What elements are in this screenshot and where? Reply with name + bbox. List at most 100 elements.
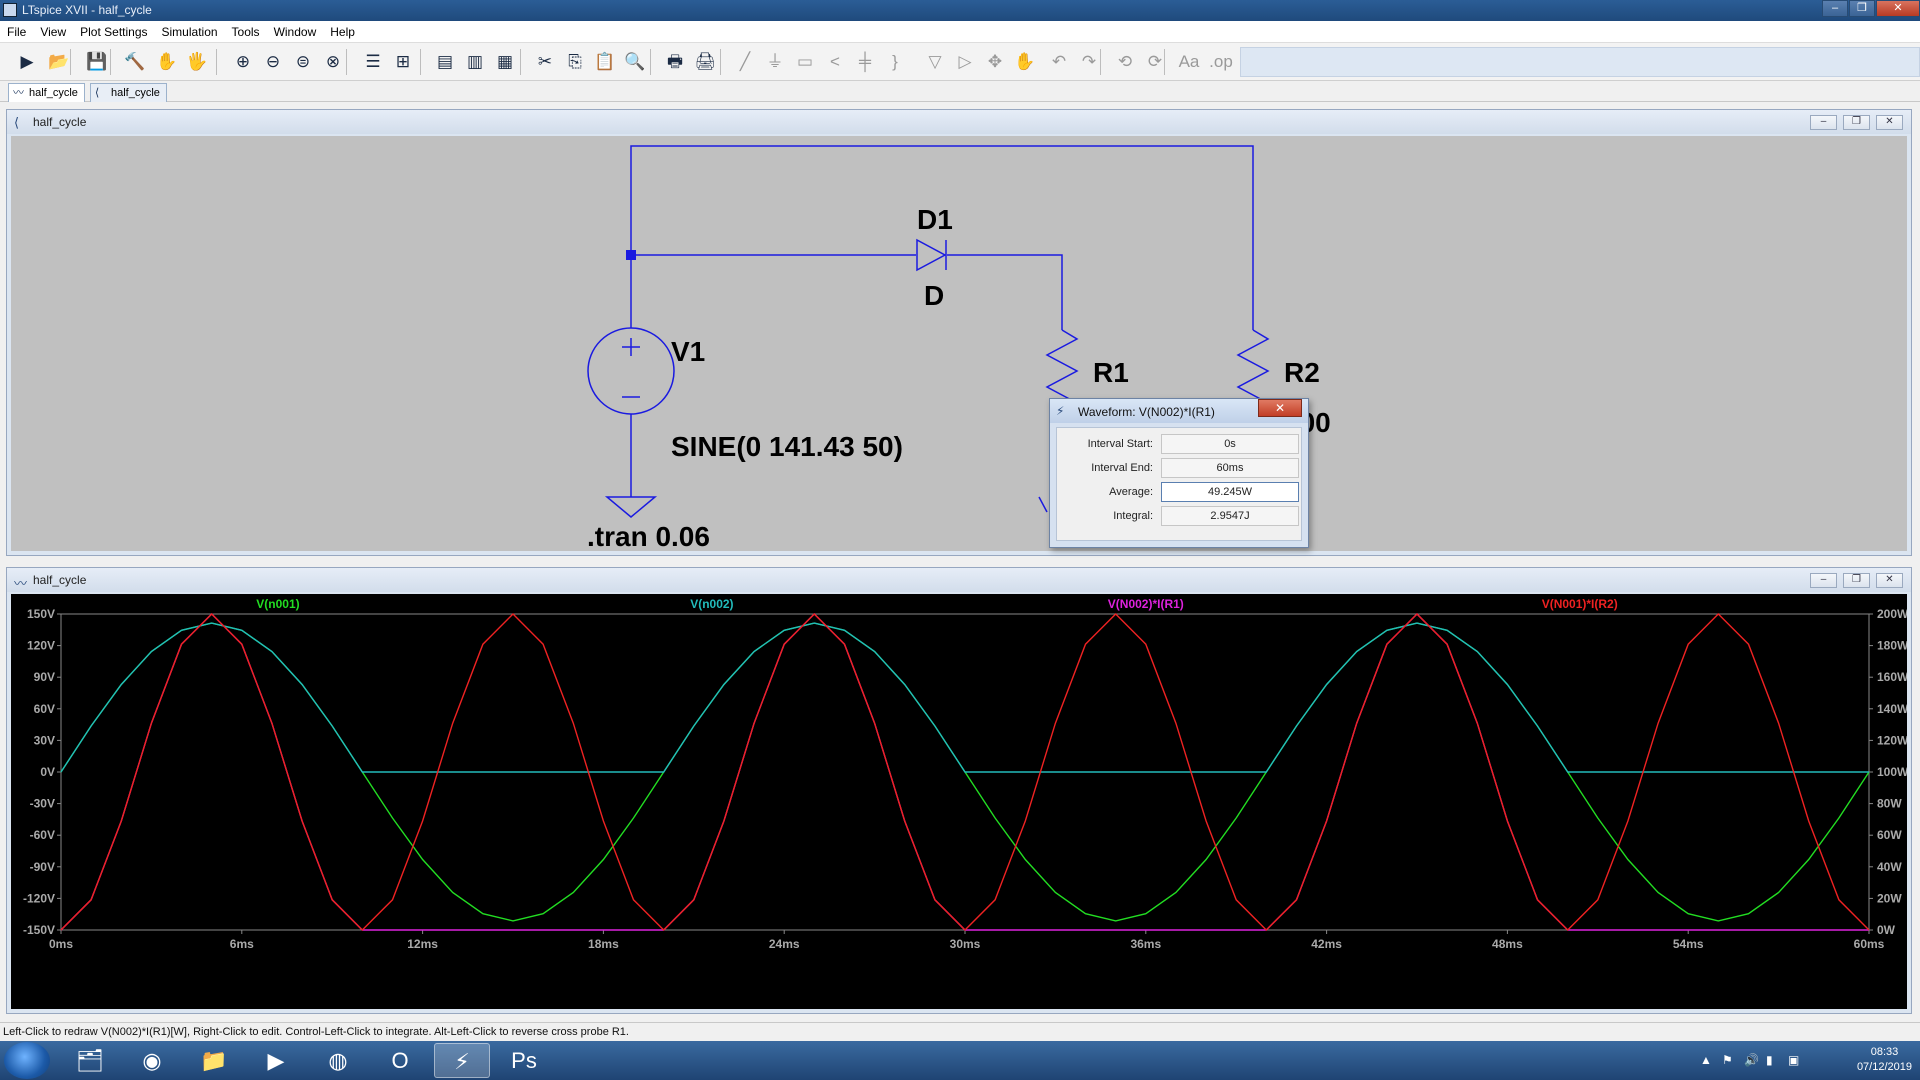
menu-window[interactable]: Window — [267, 21, 324, 43]
ltspice-icon: ⚡ — [1056, 404, 1065, 418]
network-icon[interactable]: ▣ — [1788, 1053, 1799, 1067]
wire-d1-to-r1[interactable] — [947, 254, 1063, 330]
close-button[interactable]: ✕ — [1876, 573, 1903, 588]
integral-value[interactable]: 2.9547J — [1161, 506, 1299, 526]
zoom-in-icon[interactable]: ⊕ — [230, 49, 256, 75]
close-button[interactable]: ✕ — [1876, 115, 1903, 130]
series-line-2[interactable] — [60, 622, 1869, 773]
undo-icon[interactable]: ↶ — [1046, 49, 1072, 75]
menu-file[interactable]: File — [0, 21, 33, 43]
tile-horizontal-icon[interactable]: ▤ — [432, 49, 458, 75]
volume-icon[interactable]: 🔊 — [1744, 1053, 1759, 1067]
drag-icon[interactable]: ✋ — [1012, 49, 1038, 75]
restore-button[interactable]: ❐ — [1843, 573, 1870, 588]
waveform-plot[interactable]: 0ms 6ms 12ms 18ms 24ms 30ms 36ms 42ms 48ms 54ms 60… — [11, 594, 1907, 1009]
firefox-taskbar-button[interactable]: ◍ — [310, 1043, 366, 1078]
menu-view[interactable]: View — [33, 21, 73, 43]
opera-taskbar-button[interactable]: O — [372, 1043, 428, 1078]
r1-name-label[interactable]: R1 — [1093, 357, 1129, 388]
ruler-icon[interactable]: ⊞ — [390, 49, 416, 75]
schematic-canvas[interactable]: D1 D V1 SINE(0 141.43 50) R1 100 R2 100 … — [11, 136, 1907, 551]
zoom-fit-icon[interactable]: ⊗ — [320, 49, 346, 75]
action-center-flag-icon[interactable]: ⚑ — [1722, 1053, 1733, 1067]
interval-start-value[interactable]: 0s — [1161, 434, 1299, 454]
file-explorer-taskbar-button[interactable]: 📁 — [186, 1043, 242, 1078]
menu-help[interactable]: Help — [323, 21, 362, 43]
label-icon[interactable]: ▭ — [792, 49, 818, 75]
diode-d1[interactable] — [916, 238, 947, 272]
capacitor-icon[interactable]: ╪ — [852, 49, 878, 75]
y-right-tick-label: 80W — [1877, 797, 1902, 811]
start-button[interactable] — [4, 1042, 50, 1079]
find-icon[interactable]: 🔍 — [622, 49, 648, 75]
restore-button[interactable]: ❐ — [1843, 115, 1870, 130]
photoshop-taskbar-button[interactable]: Ps — [496, 1043, 552, 1078]
open-icon[interactable]: 📂 — [46, 49, 72, 75]
paste-icon[interactable]: 📋 — [592, 49, 618, 75]
text-icon[interactable]: Aa — [1176, 49, 1202, 75]
legend-label-3[interactable]: V(N002)*I(R1) — [1108, 597, 1184, 611]
print-icon[interactable]: 🖶 — [662, 49, 688, 75]
tab-waveform[interactable]: 〰 half_cycle — [8, 83, 85, 102]
restore-button[interactable]: ❐ — [1849, 0, 1875, 17]
ltspice-taskbar-button[interactable]: ⚡ — [434, 1043, 490, 1078]
chrome-taskbar-button[interactable]: ◉ — [124, 1043, 180, 1078]
resistor-icon[interactable]: < — [822, 49, 848, 75]
component-icon[interactable]: ▷ — [952, 49, 978, 75]
redo-icon[interactable]: ↷ — [1076, 49, 1102, 75]
legend-label-4[interactable]: V(N001)*I(R2) — [1542, 597, 1618, 611]
interval-start-label: Interval Start: — [1087, 438, 1153, 450]
average-value[interactable]: 49.245W — [1161, 482, 1299, 502]
autorange-icon[interactable]: ☰ — [360, 49, 386, 75]
v1-name-label[interactable]: V1 — [671, 336, 705, 367]
control-panel-icon[interactable]: 🔨 — [122, 49, 148, 75]
tab-schematic[interactable]: ⟨ half_cycle — [90, 83, 167, 102]
menu-plot-settings[interactable]: Plot Settings — [73, 21, 154, 43]
run-icon[interactable]: ▶ — [14, 49, 40, 75]
tile-vertical-icon[interactable]: ▦ — [492, 49, 518, 75]
ltspice-app-icon[interactable] — [3, 3, 17, 17]
show-hidden-icons-icon[interactable]: ▲ — [1700, 1053, 1712, 1067]
diode-icon[interactable]: ▽ — [922, 49, 948, 75]
legend-label-2[interactable]: V(n002) — [690, 597, 733, 611]
y-left-tick-label: -90V — [30, 860, 55, 874]
plot-pane[interactable]: 0ms 6ms 12ms 18ms 24ms 30ms 36ms 42ms 48ms 54ms 60… — [11, 594, 1907, 1009]
legend-label-1[interactable]: V(n001) — [256, 597, 299, 611]
inductor-icon[interactable]: } — [882, 49, 908, 75]
spice-directive-icon[interactable]: .op — [1208, 49, 1234, 75]
minimize-button[interactable]: – — [1810, 115, 1837, 130]
move-icon[interactable]: ✥ — [982, 49, 1008, 75]
clock[interactable]: 08:33 07/12/2019 — [1857, 1045, 1912, 1075]
schematic-drawing[interactable]: D1 D V1 SINE(0 141.43 50) R1 100 R2 100 … — [11, 136, 1907, 551]
ground-symbol[interactable] — [604, 496, 658, 518]
voltage-source-v1[interactable] — [587, 327, 675, 415]
dialog-close-button[interactable]: ✕ — [1258, 399, 1302, 417]
cut-icon[interactable]: ✂ — [532, 49, 558, 75]
halt-icon[interactable]: ✋ — [154, 49, 180, 75]
print-preview-icon[interactable]: 🖨 — [692, 49, 718, 75]
zoom-back-icon[interactable]: ⊜ — [290, 49, 316, 75]
pan-icon[interactable]: 🖐 — [184, 49, 210, 75]
menu-tools[interactable]: Tools — [225, 21, 267, 43]
rotate-icon[interactable]: ⟲ — [1112, 49, 1138, 75]
d1-name-label[interactable]: D1 — [917, 204, 953, 235]
d1-model-label[interactable]: D — [924, 280, 944, 311]
v1-value-label[interactable]: SINE(0 141.43 50) — [671, 431, 903, 462]
ground-icon[interactable]: ⏚ — [762, 49, 788, 75]
battery-icon[interactable]: ▮ — [1766, 1053, 1773, 1067]
close-button[interactable]: ✕ — [1876, 0, 1920, 17]
cascade-icon[interactable]: ▥ — [462, 49, 488, 75]
windows-explorer-taskbar-button[interactable]: 🗂 — [62, 1043, 118, 1078]
minimize-button[interactable]: – — [1810, 573, 1837, 588]
interval-end-value[interactable]: 60ms — [1161, 458, 1299, 478]
waveform-icon: 〰 — [13, 87, 24, 99]
wire-icon[interactable]: ╱ — [732, 49, 758, 75]
zoom-out-icon[interactable]: ⊖ — [260, 49, 286, 75]
minimize-button[interactable]: – — [1822, 0, 1848, 17]
media-player-taskbar-button[interactable]: ▶ — [248, 1043, 304, 1078]
copy-icon[interactable]: ⎘ — [562, 49, 588, 75]
tran-directive[interactable]: .tran 0.06 — [587, 521, 710, 551]
save-icon[interactable]: 💾 — [84, 49, 110, 75]
r2-name-label[interactable]: R2 — [1284, 357, 1320, 388]
menu-simulation[interactable]: Simulation — [155, 21, 225, 43]
